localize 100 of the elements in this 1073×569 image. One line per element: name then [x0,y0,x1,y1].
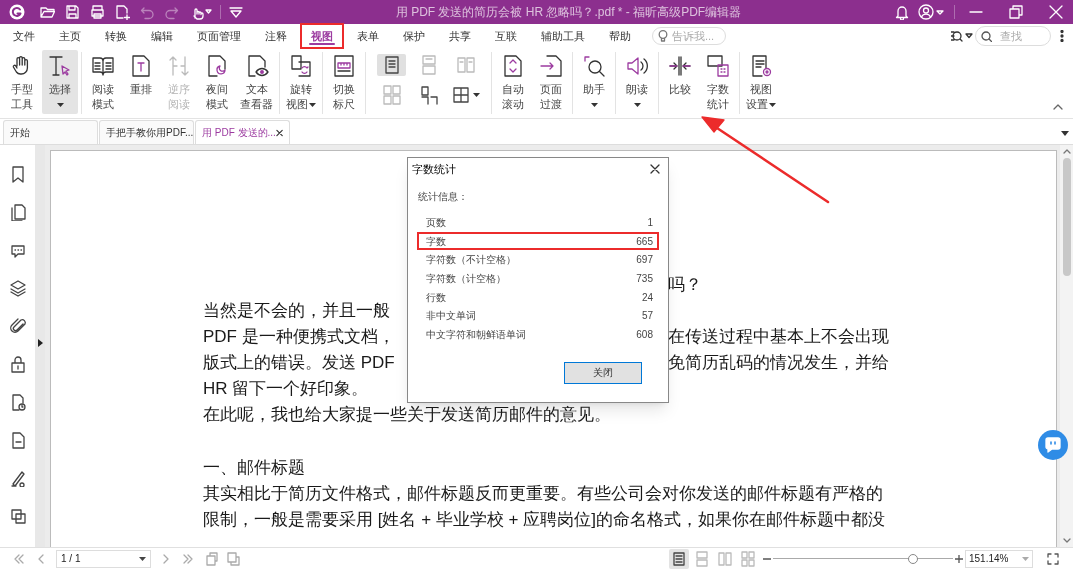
search-icon [981,30,992,42]
view-layout-button[interactable] [451,84,480,106]
view-layout-button[interactable] [377,54,406,76]
scrollbar-thumb[interactable] [1062,158,1071,276]
ruler-icon [332,54,356,78]
zoom-field[interactable]: 151.14% [965,549,1033,568]
menu-tab[interactable]: 互联 [486,25,526,47]
menu-tab[interactable]: 文件 [4,25,44,47]
pages-icon[interactable] [8,203,27,221]
save-icon[interactable] [64,4,80,20]
body-text: HR 留下一个好印象。 [203,379,369,398]
ribbon-button[interactable]: 阅读 模式 [85,50,121,114]
menu-tab[interactable]: 视图 [302,25,342,47]
copy-icon[interactable] [8,507,27,525]
new-document-icon[interactable] [114,4,130,20]
menu-tab[interactable]: 保护 [394,25,434,47]
auto-scroll-icon [501,54,525,78]
tab-list-dropdown-icon[interactable] [1061,131,1069,136]
ribbon-button[interactable]: 切换 标尺 [326,50,362,114]
section-heading: 一、邮件标题 [203,458,305,477]
document-tab[interactable]: 用 PDF 发送的... [195,120,290,144]
more-options-icon[interactable] [1060,30,1064,42]
single-page-icon [671,550,687,567]
scrollbar[interactable] [1060,145,1073,547]
compare-icon [668,54,692,78]
close-tab-icon[interactable] [275,128,283,137]
menu-tab[interactable]: 转换 [96,25,136,47]
paperclip-icon[interactable] [8,317,27,335]
ribbon-button[interactable]: 比较 [662,50,698,114]
close-button[interactable]: 关闭 [564,361,642,384]
stat-label: 字符数（计空格） [426,271,506,286]
view-mode-button[interactable] [669,548,689,569]
stat-value: 697 [636,253,653,268]
facing-pages-icon [717,550,733,567]
stat-label: 字数 [426,234,446,249]
bell-icon[interactable] [894,4,910,20]
lock-icon[interactable] [8,355,27,373]
open-folder-icon[interactable] [39,4,55,20]
expand-panel-icon[interactable] [37,339,43,347]
body-text: 其实相比于简历文件格式，邮件标题反而更重要。有些公司会对你发送的邮件标题有严格的 [203,484,883,503]
ribbon-button[interactable]: 旋转 视图 [283,50,319,114]
ribbon-button[interactable]: 自动 滚动 [495,50,531,114]
menu-tab[interactable]: 编辑 [142,25,182,47]
menu-tab[interactable]: 辅助工具 [532,25,594,47]
menu-tab[interactable]: 帮助 [600,25,640,47]
menu-tab[interactable]: 页面管理 [188,25,250,47]
stat-value: 24 [641,290,653,305]
ribbon-button[interactable]: 手型 工具 [4,50,40,114]
stat-label: 行数 [426,290,446,305]
window-title: 用 PDF 发送的简历会被 HR 忽略吗？.pdf * - 福昕高级PDF编辑器 [394,4,743,21]
scroll-down-icon[interactable] [1062,538,1071,543]
user-account-icon[interactable] [918,4,944,20]
stat-value: 608 [636,327,653,342]
close-icon[interactable] [650,164,660,174]
facing-pages-icon [455,55,476,75]
stat-label: 字符数（不计空格） [426,253,516,268]
stat-value: 735 [636,271,653,286]
search-options-icon[interactable] [951,30,973,42]
customize-dropdown-icon[interactable] [229,6,243,18]
document-letter-icon [129,54,153,78]
ribbon-button[interactable]: 重排 [123,50,159,114]
stat-label: 中文字符和朝鲜语单词 [426,327,526,342]
ribbon-button[interactable]: 页面 过渡 [533,50,569,114]
fullscreen-icon[interactable] [1047,552,1059,565]
document-moon-icon [205,54,229,78]
document-tab[interactable]: 手把手教你用PDF... [99,120,194,144]
zoom-slider[interactable] [773,552,953,565]
rotate-pages-icon [289,54,313,78]
ribbon-button[interactable]: 选择 [42,50,78,114]
body-text: 免简历乱码的情况发生，并给 [668,352,889,374]
continuous-facing-icon [740,550,756,567]
ribbon-button[interactable]: 朗读 [619,50,655,114]
stat-value: 665 [636,234,653,249]
section-label: 统计信息： [417,190,469,204]
ribbon-button[interactable]: 文本 查看器 [237,50,276,114]
ribbon-button[interactable]: 夜间 模式 [199,50,235,114]
body-text: 版式上的错误。发送 PDF [203,353,395,372]
ribbon-button[interactable]: 视图 设置 [743,50,779,114]
menu-tab[interactable]: 注释 [256,25,296,47]
ribbon-button[interactable]: 字数 统计 [700,50,736,114]
page-transition-icon [539,54,563,78]
document-tab[interactable]: 开始 [3,120,98,144]
menu-tab[interactable]: 表单 [348,25,388,47]
menu-tab[interactable]: 共享 [440,25,480,47]
slider-thumb[interactable] [908,553,919,564]
continuous-facing-icon [381,85,402,105]
stat-value: 57 [641,309,653,324]
restore-icon[interactable] [1009,5,1023,19]
print-icon[interactable] [89,4,105,20]
open-book-icon [91,54,115,78]
layers-icon[interactable] [8,279,27,297]
menu-tab[interactable]: 主页 [50,25,90,47]
zoom-in-icon[interactable] [955,554,963,563]
letter-grid-icon [706,54,730,78]
body-text: 当然是不会的，并且一般 [203,301,390,320]
ribbon-button[interactable]: 助手 [576,50,612,114]
page-number-field[interactable]: 1 / 1 [56,549,151,568]
chat-face-icon [1044,437,1062,453]
scroll-up-icon[interactable] [1062,149,1071,154]
collapse-ribbon-icon[interactable] [1053,104,1063,110]
